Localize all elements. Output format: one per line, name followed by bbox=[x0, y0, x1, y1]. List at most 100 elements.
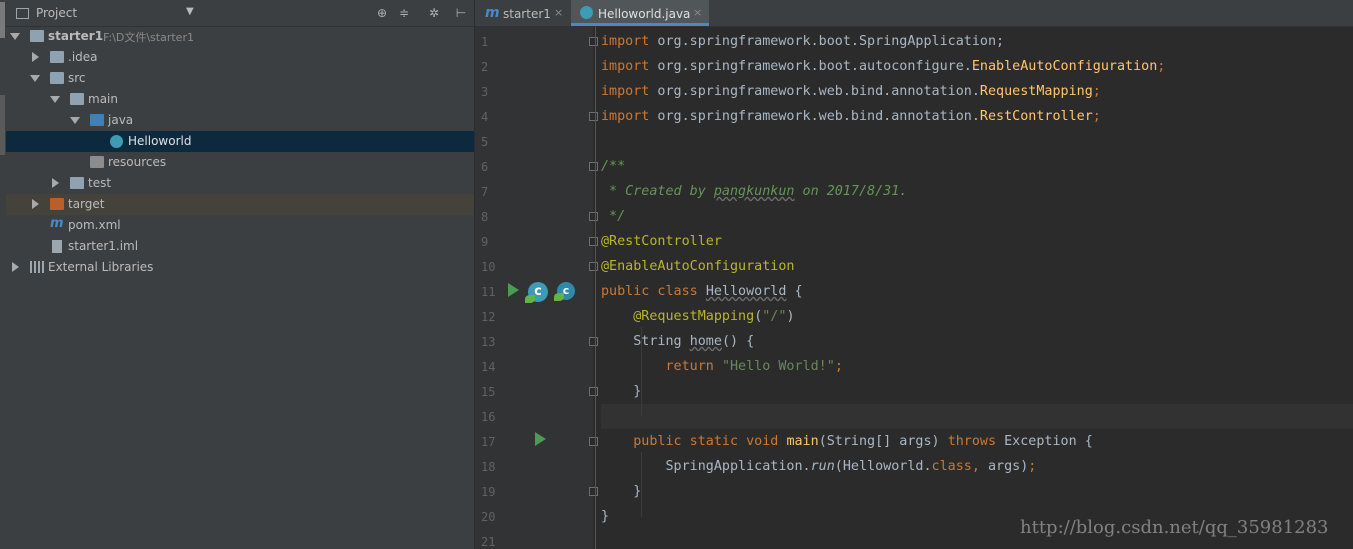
tree-item-resources[interactable]: resources bbox=[6, 152, 474, 173]
resources-folder-icon bbox=[90, 156, 104, 168]
tree-item-java[interactable]: java bbox=[6, 110, 474, 131]
code-token: SpringApplication. bbox=[601, 459, 811, 474]
code-token: public static void bbox=[633, 434, 787, 449]
run-icon[interactable] bbox=[508, 283, 519, 297]
code-line-14: return "Hello World!"; bbox=[601, 354, 843, 379]
tree-item-external-libraries[interactable]: External Libraries bbox=[6, 257, 474, 278]
line-number: 20 bbox=[481, 510, 496, 524]
tree-item-helloworld[interactable]: Helloworld bbox=[6, 131, 474, 152]
folder-icon bbox=[50, 51, 64, 63]
expand-arrow-icon[interactable] bbox=[12, 262, 19, 272]
expand-arrow-icon[interactable] bbox=[10, 33, 20, 40]
code-area[interactable]: import org.springframework.boot.SpringAp… bbox=[595, 27, 1353, 549]
collapse-icon[interactable]: ≑ bbox=[396, 5, 412, 21]
code-token: "Hello World!" bbox=[721, 359, 835, 374]
folder-icon bbox=[50, 72, 64, 84]
line-number: 16 bbox=[481, 410, 496, 424]
tab-starter1[interactable]: m starter1 × bbox=[475, 0, 569, 26]
code-token: on 2017/8/31. bbox=[794, 184, 908, 199]
tree-item-idea[interactable]: .idea bbox=[6, 47, 474, 68]
fold-marker-icon[interactable] bbox=[589, 37, 598, 46]
spring-class-icon bbox=[580, 6, 593, 19]
code-token: org.springframework.boot.autoconfigure. bbox=[649, 59, 972, 74]
tree-item-src[interactable]: src bbox=[6, 68, 474, 89]
project-panel-title[interactable]: Project bbox=[36, 6, 77, 20]
editor-gutter[interactable]: 1 2 3 4 5 6 7 8 9 10 11 12 13 14 15 16 1… bbox=[475, 27, 598, 549]
code-line-6: /** bbox=[601, 159, 626, 174]
code-token: public class bbox=[601, 284, 706, 299]
code-line-7: * Created by pangkunkun on 2017/8/31. bbox=[601, 179, 907, 204]
close-icon[interactable]: × bbox=[554, 6, 563, 19]
spring-class-icon[interactable]: c bbox=[554, 282, 575, 301]
code-token: RequestMapping bbox=[979, 84, 1093, 99]
hide-icon[interactable]: ⊢ bbox=[453, 5, 469, 21]
line-number: 7 bbox=[481, 185, 489, 199]
expand-arrow-icon[interactable] bbox=[30, 75, 40, 82]
expand-arrow-icon[interactable] bbox=[70, 117, 80, 124]
tree-item-iml[interactable]: starter1.iml bbox=[6, 236, 474, 257]
code-token: main bbox=[786, 434, 819, 449]
code-line-13: String home() { bbox=[601, 329, 754, 354]
chevron-down-icon[interactable]: ▼ bbox=[186, 6, 194, 17]
code-token: class, bbox=[931, 459, 988, 474]
line-number: 2 bbox=[481, 60, 489, 74]
expand-arrow-icon[interactable] bbox=[52, 178, 59, 188]
source-folder-icon bbox=[90, 114, 104, 126]
fold-marker-icon[interactable] bbox=[589, 387, 598, 396]
tree-item-label: main bbox=[88, 92, 118, 106]
fold-marker-icon[interactable] bbox=[589, 262, 598, 271]
fold-marker-icon[interactable] bbox=[589, 237, 598, 246]
tree-item-test[interactable]: test bbox=[6, 173, 474, 194]
tab-label: Helloworld.java bbox=[598, 7, 691, 21]
tree-item-main[interactable]: main bbox=[6, 89, 474, 110]
fold-marker-icon[interactable] bbox=[589, 162, 598, 171]
code-token: "/" bbox=[762, 309, 787, 324]
editor-tabs: m starter1 × Helloworld.java × bbox=[475, 0, 1353, 27]
line-number: 13 bbox=[481, 335, 496, 349]
expand-arrow-icon[interactable] bbox=[32, 199, 39, 209]
project-icon bbox=[16, 8, 29, 19]
line-number: 8 bbox=[481, 210, 489, 224]
tree-item-label: .idea bbox=[68, 50, 98, 64]
fold-marker-icon[interactable] bbox=[589, 112, 598, 121]
tree-item-label: test bbox=[88, 176, 112, 190]
code-token: ) bbox=[786, 309, 795, 324]
fold-marker-icon[interactable] bbox=[589, 487, 598, 496]
libraries-icon bbox=[30, 261, 44, 273]
tree-item-label: Helloworld bbox=[128, 134, 192, 148]
code-token: import bbox=[601, 84, 650, 99]
code-token: import bbox=[601, 109, 650, 124]
spring-class-icon bbox=[110, 135, 123, 148]
line-number: 10 bbox=[481, 260, 496, 274]
code-token: (Helloworld. bbox=[834, 459, 932, 474]
code-token: () { bbox=[721, 334, 755, 349]
folder-icon bbox=[70, 177, 84, 189]
tree-item-pom[interactable]: m pom.xml bbox=[6, 215, 474, 236]
tree-item-starter1[interactable]: starter1 F:\D文件\starter1 bbox=[6, 26, 474, 47]
fold-marker-icon[interactable] bbox=[589, 337, 598, 346]
target-icon[interactable]: ⊕ bbox=[374, 5, 390, 21]
project-tool-tab[interactable] bbox=[0, 2, 5, 38]
spring-bean-icon[interactable]: c bbox=[525, 282, 548, 303]
run-icon[interactable] bbox=[535, 432, 546, 446]
close-icon[interactable]: × bbox=[693, 6, 702, 19]
tree-item-label: java bbox=[108, 113, 134, 127]
code-line-11: public class Helloworld { bbox=[601, 279, 803, 304]
gear-icon[interactable]: ✲ bbox=[426, 5, 442, 21]
line-number: 3 bbox=[481, 85, 489, 99]
code-token: home bbox=[689, 334, 722, 349]
tab-helloworld-java[interactable]: Helloworld.java × bbox=[571, 0, 709, 26]
structure-tool-tab[interactable] bbox=[0, 95, 5, 155]
expand-arrow-icon[interactable] bbox=[50, 96, 60, 103]
fold-marker-icon[interactable] bbox=[589, 437, 598, 446]
tab-label: starter1 bbox=[503, 7, 551, 21]
code-token: (String[] args) bbox=[818, 434, 948, 449]
project-panel-header: Project ▼ ⊕ ≑ ✲ ⊢ bbox=[6, 0, 474, 27]
code-token: RestController bbox=[979, 109, 1093, 124]
code-token: org.springframework.web.bind.annotation. bbox=[649, 84, 980, 99]
maven-icon: m bbox=[485, 5, 500, 21]
fold-marker-icon[interactable] bbox=[589, 212, 598, 221]
tree-item-target[interactable]: target bbox=[6, 194, 474, 215]
expand-arrow-icon[interactable] bbox=[32, 52, 39, 62]
